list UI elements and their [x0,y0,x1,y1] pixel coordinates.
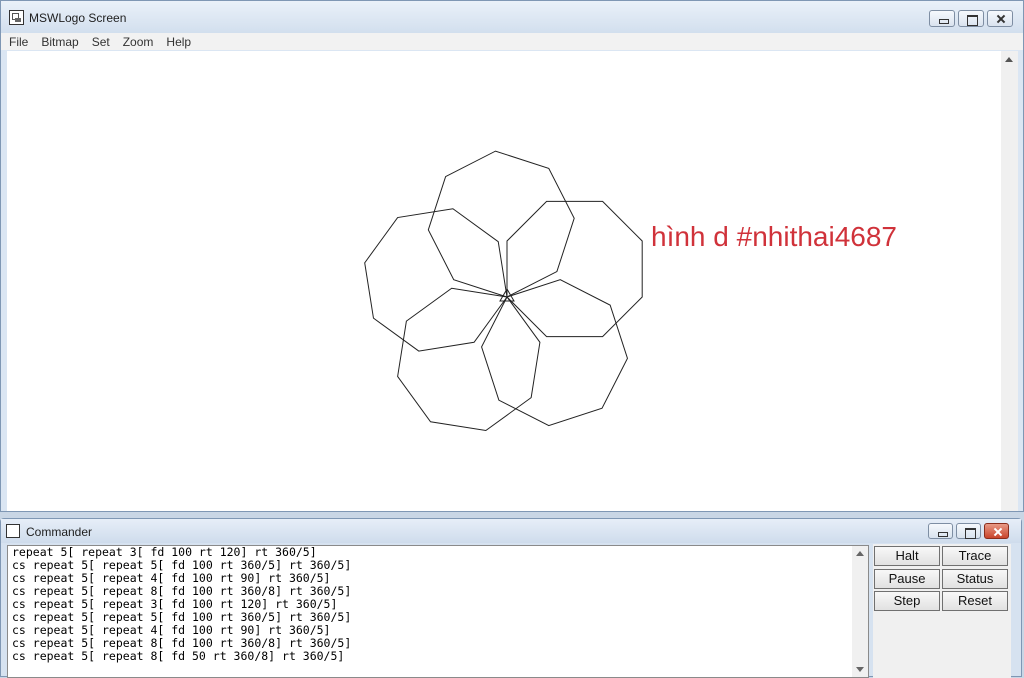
menu-help[interactable]: Help [166,35,191,49]
step-button[interactable]: Step [874,591,940,611]
status-button[interactable]: Status [942,569,1008,589]
mswlogo-screen-window: MSWLogo Screen File Bitmap Set Zoom Help… [0,0,1024,512]
window-controls [929,10,1013,27]
commander-titlebar[interactable]: Commander [1,519,1021,543]
drawing-canvas[interactable]: hình d #nhithai4687 [7,51,1001,511]
canvas-annotation: hình d #nhithai4687 [651,221,897,252]
pause-button[interactable]: Pause [874,569,940,589]
history-line[interactable]: cs repeat 5[ repeat 8[ fd 50 rt 360/8] r… [8,650,868,663]
octagon-path [427,150,575,298]
commander-window: Commander repeat 5[ repeat 3[ fd 100 rt … [0,518,1022,678]
menu-bitmap[interactable]: Bitmap [41,35,78,49]
octagon-path [397,287,541,432]
minimize-icon [930,11,954,26]
reset-button[interactable]: Reset [942,591,1008,611]
window-titlebar[interactable]: MSWLogo Screen [1,1,1023,33]
maximize-icon [957,524,980,539]
minimize-button[interactable] [929,10,955,27]
trace-button[interactable]: Trace [942,546,1008,566]
minimize-icon [929,524,952,538]
scroll-up-arrow-icon[interactable] [1005,57,1013,62]
halt-button[interactable]: Halt [874,546,940,566]
commander-title: Commander [26,525,93,539]
commander-minimize-button[interactable] [928,523,953,539]
maximize-icon [959,11,983,26]
close-icon [988,11,1012,26]
scroll-down-arrow-icon[interactable] [856,667,864,672]
scroll-up-arrow-icon[interactable] [856,551,864,556]
octagon-path [506,200,643,338]
window-title: MSWLogo Screen [29,11,127,25]
menu-file[interactable]: File [9,35,28,49]
commander-app-icon [6,524,20,538]
commander-close-button[interactable] [984,523,1009,539]
canvas-vertical-scrollbar[interactable] [1001,51,1018,511]
commander-button-panel: Halt Trace Pause Status Step Reset [873,544,1011,678]
menubar: File Bitmap Set Zoom Help [1,33,1023,50]
octagon-path [364,208,508,352]
turtle-drawing [364,150,643,432]
app-icon [9,10,24,25]
close-button[interactable] [987,10,1013,27]
close-icon [985,524,1008,538]
menu-set[interactable]: Set [92,35,110,49]
command-history[interactable]: repeat 5[ repeat 3[ fd 100 rt 120] rt 36… [7,545,869,678]
history-scrollbar[interactable] [852,546,868,677]
maximize-button[interactable] [958,10,984,27]
commander-window-controls [928,523,1009,539]
commander-maximize-button[interactable] [956,523,981,539]
menu-zoom[interactable]: Zoom [123,35,154,49]
